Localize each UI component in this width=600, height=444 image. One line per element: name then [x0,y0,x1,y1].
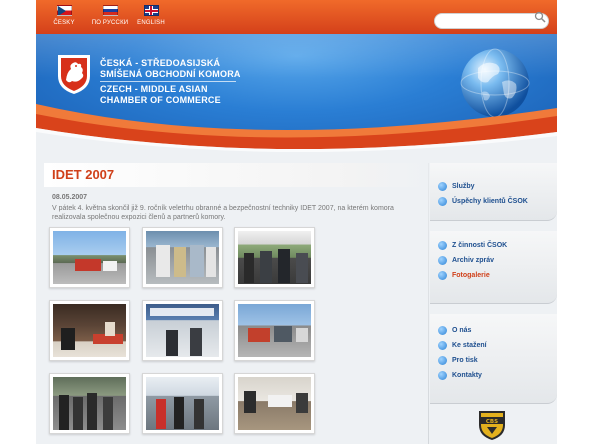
bullet-icon [438,197,447,206]
photo-crowd [53,377,126,430]
bullet-icon [438,326,447,335]
page-title: IDET 2007 [52,167,115,182]
header-title-en-1: CZECH - MIDDLE ASIAN [100,84,208,94]
sidebar-group-about: O nás Ke stažení Pro tisk Kontakty [430,314,557,404]
search-icon [534,11,546,23]
photo-luxembourg-stand [146,304,219,357]
uk-flag-icon [143,5,159,16]
article-date: 08.05.2007 [52,194,88,201]
gallery-thumbnail[interactable] [142,227,223,288]
gallery-thumbnail[interactable] [234,227,315,288]
sidebar-item-label: Ke stažení [452,342,487,349]
photo-indoor-meeting [53,304,126,357]
photo-booth-exterior [53,231,126,284]
top-bar: ČESKY ПО РУССКИ ENGLISH [36,0,557,34]
sidebar-item-label: Archiv zpráv [452,257,495,264]
sidebar-group-news: Z činnosti ČSOK Archiv zpráv Fotogalerie [430,231,557,304]
page: ČESKY ПО РУССКИ ENGLISH ČESKÁ - STŘEDOAS… [36,0,557,444]
main-content: IDET 2007 08.05.2007 V pátek 4. května s… [44,163,429,444]
gallery-thumbnail[interactable] [49,300,130,361]
photo-tent-visitors [146,377,219,430]
photo-visitors-outdoor [238,231,311,284]
gallery-thumbnail[interactable] [234,373,315,434]
bullet-icon [438,341,447,350]
sidebar-item-ke-stazeni[interactable]: Ke stažení [438,340,487,351]
sidebar-item-z-cinnosti[interactable]: Z činnosti ČSOK [438,240,507,251]
sidebar-item-pro-tisk[interactable]: Pro tisk [438,355,478,366]
gallery-thumbnail[interactable] [49,227,130,288]
gallery-thumbnail[interactable] [49,373,130,434]
language-english-link[interactable]: ENGLISH [131,5,171,26]
cbs-logo[interactable]: CBS [477,409,507,441]
sidebar-item-sluzby[interactable]: Služby [438,181,475,192]
sidebar-item-label: O nás [452,327,472,334]
sidebar-item-archiv-zprav[interactable]: Archiv zpráv [438,255,494,266]
bullet-icon [438,271,447,280]
sidebar-item-o-nas[interactable]: O nás [438,325,471,336]
bullet-icon [438,241,447,250]
sidebar: Služby Úspěchy klientů ČSOK Z činnosti Č… [428,163,557,444]
gallery-thumbnail[interactable] [234,300,315,361]
title-bar: IDET 2007 [44,163,429,187]
bullet-icon [438,371,447,380]
language-label: ENGLISH [137,20,165,26]
cbs-logo-text: CBS [486,419,498,425]
language-russian-link[interactable]: ПО РУССКИ [90,5,130,26]
sidebar-item-label: Kontakty [452,372,482,379]
header-title-cz-2: SMÍŠENÁ OBCHODNÍ KOMORA [100,69,241,79]
sidebar-item-label: Fotogalerie [452,272,490,279]
gallery-thumbnail[interactable] [142,300,223,361]
photo-exhibition-stand [146,231,219,284]
header-divider [100,81,236,82]
sidebar-item-uspechy-klientu[interactable]: Úspěchy klientů ČSOK [438,196,528,207]
sidebar-item-label: Z činnosti ČSOK [452,242,508,249]
header-title-cz-1: ČESKÁ - STŘEDOASIJSKÁ [100,58,221,68]
photo-conference-table [238,377,311,430]
gallery-thumbnail[interactable] [142,373,223,434]
language-label: ПО РУССКИ [91,20,129,26]
bullet-icon [438,182,447,191]
language-czech-link[interactable]: ČESKY [44,5,84,26]
sidebar-item-label: Pro tisk [452,357,478,364]
language-label: ČESKY [53,20,75,26]
russian-flag-icon [102,5,118,16]
search-box [434,10,549,29]
photo-booth-displays [238,304,311,357]
article-text: V pátek 4. května skončil již 9. ročník … [52,205,394,221]
chamber-crest-logo[interactable] [55,52,93,96]
search-button[interactable] [533,11,547,25]
sidebar-group-services: Služby Úspěchy klientů ČSOK [430,163,557,221]
sidebar-item-label: Služby [452,183,475,190]
search-input[interactable] [434,12,549,29]
czech-flag-icon [56,5,72,16]
bullet-icon [438,256,447,265]
sidebar-item-fotogalerie[interactable]: Fotogalerie [438,270,490,281]
sidebar-item-label: Úspěchy klientů ČSOK [452,198,528,205]
sidebar-item-kontakty[interactable]: Kontakty [438,370,482,381]
bullet-icon [438,356,447,365]
